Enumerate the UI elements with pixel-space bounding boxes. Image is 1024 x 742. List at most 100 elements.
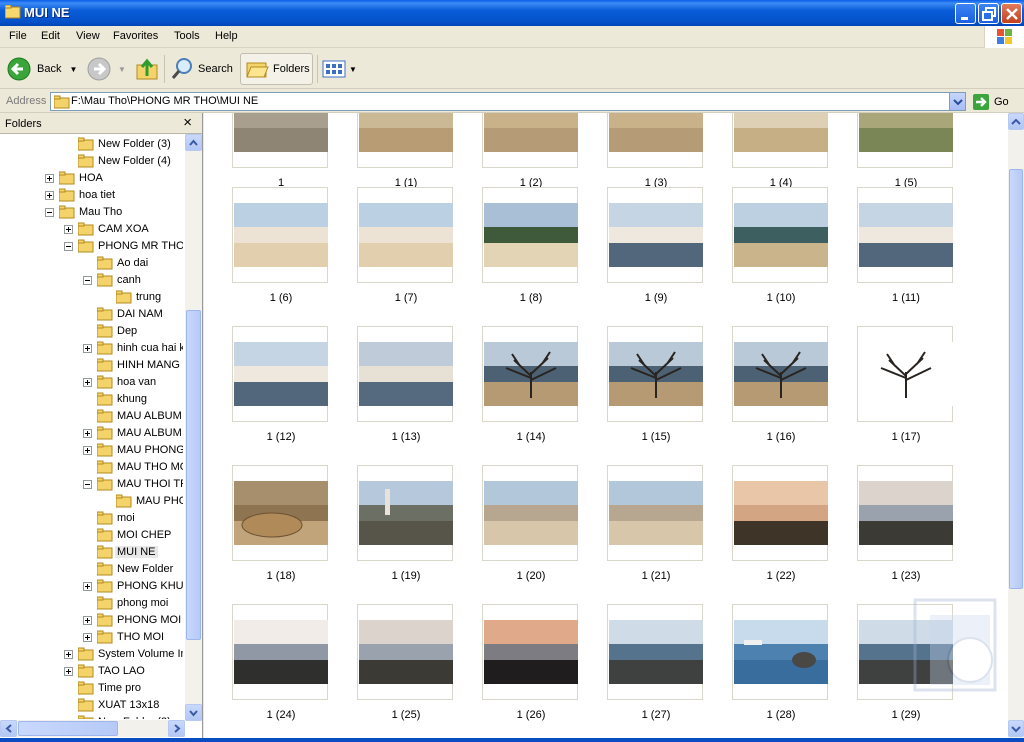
tree-node[interactable]: New Folder (2) <box>0 714 183 719</box>
collapse-icon[interactable] <box>83 480 92 489</box>
tree-node[interactable]: PHONG MR THO <box>0 238 183 255</box>
expand-icon[interactable] <box>83 582 92 591</box>
tree-node[interactable]: hoa van <box>0 374 183 391</box>
tree-node[interactable]: canh <box>0 272 183 289</box>
scroll-thumb[interactable] <box>1009 169 1023 589</box>
thumbnail-item[interactable]: 1 (23) <box>843 465 969 598</box>
thumbnail-item[interactable]: 1 (8) <box>468 187 594 320</box>
scroll-thumb[interactable] <box>18 721 118 736</box>
tree-node[interactable]: System Volume In <box>0 646 183 663</box>
collapse-icon[interactable] <box>64 242 73 251</box>
scroll-left-button[interactable] <box>0 720 17 737</box>
tree-node[interactable]: trung <box>0 289 183 306</box>
tree-node[interactable]: MAU PHONG <box>0 442 183 459</box>
menu-edit[interactable]: Edit <box>41 30 60 42</box>
tree-node[interactable]: Dep <box>0 323 183 340</box>
tree-node[interactable]: MUI NE <box>0 544 183 561</box>
scroll-down-button[interactable] <box>185 704 202 721</box>
thumbnail-item[interactable]: 1 (22) <box>718 465 844 598</box>
tree-node[interactable]: hoa tiet <box>0 187 183 204</box>
forward-button[interactable]: ▼ <box>86 53 126 85</box>
tree-node[interactable]: TAO LAO <box>0 663 183 680</box>
minimize-button[interactable] <box>955 3 976 24</box>
expand-icon[interactable] <box>83 429 92 438</box>
thumbnail-item[interactable]: 1 (21) <box>593 465 719 598</box>
menu-file[interactable]: File <box>9 30 27 42</box>
tree-node[interactable]: New Folder (4) <box>0 153 183 170</box>
address-dropdown-button[interactable] <box>949 93 965 110</box>
thumbnail-item[interactable]: 1 (17) <box>843 326 969 459</box>
menu-tools[interactable]: Tools <box>174 30 200 42</box>
collapse-icon[interactable] <box>83 276 92 285</box>
thumbnail-item[interactable]: 1 (24) <box>218 604 344 737</box>
tree-node[interactable]: XUAT 13x18 <box>0 697 183 714</box>
scroll-thumb[interactable] <box>186 310 201 640</box>
tree-node[interactable]: MAU ALBUM ( <box>0 408 183 425</box>
tree-node[interactable]: hinh cua hai k <box>0 340 183 357</box>
thumbnail-item[interactable]: 1 (13) <box>343 326 469 459</box>
tree-node[interactable]: moi <box>0 510 183 527</box>
tree-horizontal-scrollbar[interactable] <box>0 720 185 737</box>
search-button[interactable]: Search <box>170 53 236 85</box>
expand-icon[interactable] <box>64 225 73 234</box>
tree-node[interactable]: MAU PHO <box>0 493 183 510</box>
expand-icon[interactable] <box>83 344 92 353</box>
thumbnail-item[interactable]: 1 (25) <box>343 604 469 737</box>
tree-node[interactable]: Mau Tho <box>0 204 183 221</box>
thumbnail-item[interactable]: 1 (16) <box>718 326 844 459</box>
expand-icon[interactable] <box>83 633 92 642</box>
close-button[interactable] <box>1001 3 1022 24</box>
maximize-button[interactable] <box>978 3 999 24</box>
folders-button[interactable]: Folders <box>240 53 313 85</box>
expand-icon[interactable] <box>83 446 92 455</box>
scroll-up-button[interactable] <box>1008 113 1024 130</box>
tree-node[interactable]: Time pro <box>0 680 183 697</box>
views-button[interactable]: ▼ <box>322 53 358 85</box>
scroll-up-button[interactable] <box>185 134 202 151</box>
menu-favorites[interactable]: Favorites <box>113 30 158 42</box>
tree-node[interactable]: New Folder <box>0 561 183 578</box>
thumbnail-item[interactable]: 1 (11) <box>843 187 969 320</box>
thumbnail-item[interactable]: 1 (26) <box>468 604 594 737</box>
tree-node[interactable]: PHONG KHUN <box>0 578 183 595</box>
main-vertical-scrollbar[interactable] <box>1008 113 1024 738</box>
menu-view[interactable]: View <box>76 30 100 42</box>
expand-icon[interactable] <box>83 378 92 387</box>
menu-help[interactable]: Help <box>215 30 238 42</box>
tree-node[interactable]: khung <box>0 391 183 408</box>
scroll-down-button[interactable] <box>1008 720 1024 737</box>
tree-node[interactable]: New Folder (3) <box>0 136 183 153</box>
thumbnail-item[interactable]: 1 (10) <box>718 187 844 320</box>
expand-icon[interactable] <box>64 650 73 659</box>
up-folder-button[interactable] <box>134 53 160 85</box>
collapse-icon[interactable] <box>45 208 54 217</box>
thumbnail-item[interactable]: 1 (27) <box>593 604 719 737</box>
close-pane-icon[interactable]: × <box>183 114 192 131</box>
tree-node[interactable]: phong moi <box>0 595 183 612</box>
tree-node[interactable]: HINH MANG <box>0 357 183 374</box>
tree-node[interactable]: MAU THO MO <box>0 459 183 476</box>
expand-icon[interactable] <box>64 667 73 676</box>
tree-vertical-scrollbar[interactable] <box>185 134 202 721</box>
back-button[interactable]: Back ▼ <box>6 53 78 85</box>
thumbnail-item[interactable]: 1 (9) <box>593 187 719 320</box>
tree-node[interactable]: Ao dai <box>0 255 183 272</box>
thumbnail-item[interactable]: 1 (15) <box>593 326 719 459</box>
thumbnail-item[interactable]: 1 (18) <box>218 465 344 598</box>
tree-node[interactable]: THO MOI <box>0 629 183 646</box>
thumbnail-item[interactable]: 1 (14) <box>468 326 594 459</box>
tree-node[interactable]: HOA <box>0 170 183 187</box>
thumbnail-item[interactable]: 1 (7) <box>343 187 469 320</box>
tree-node[interactable]: MAU THOI TR <box>0 476 183 493</box>
expand-icon[interactable] <box>83 616 92 625</box>
tree-node[interactable]: CAM XOA <box>0 221 183 238</box>
thumbnail-item[interactable]: 1 (20) <box>468 465 594 598</box>
back-dropdown-icon[interactable]: ▼ <box>69 65 77 74</box>
thumbnail-item[interactable]: 1 (6) <box>218 187 344 320</box>
tree-node[interactable]: PHONG MOI ( <box>0 612 183 629</box>
thumbnail-item[interactable]: 1 (28) <box>718 604 844 737</box>
address-field[interactable]: F:\Mau Tho\PHONG MR THO\MUI NE <box>50 92 966 111</box>
tree-node[interactable]: MOI CHEP <box>0 527 183 544</box>
tree-node[interactable]: MAU ALBUM 2 <box>0 425 183 442</box>
thumbnail-item[interactable]: 1 (19) <box>343 465 469 598</box>
